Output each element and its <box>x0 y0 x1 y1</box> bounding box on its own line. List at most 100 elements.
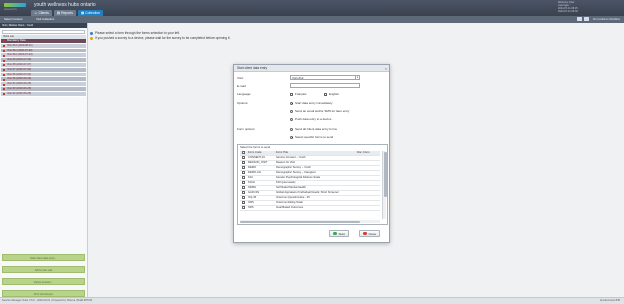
row-select-cell <box>240 186 247 189</box>
form-title-cell: Self Rated Mental Health <box>276 186 306 189</box>
visit-item[interactable]: Visit #2 (2020-06-25) <box>1 91 86 97</box>
dialog-title: Start client data entry <box>237 66 268 70</box>
row-checkbox[interactable] <box>242 196 245 199</box>
chevron-down-icon: ▾ <box>355 76 359 79</box>
form-icon <box>3 73 5 76</box>
form-icon <box>3 78 5 81</box>
form-title-cell: Goal Based Outcomes <box>276 206 304 209</box>
close-icon[interactable]: × <box>385 65 387 72</box>
row-select-cell <box>240 206 247 209</box>
form-title-cell: Outcome Rating Scale <box>276 201 303 204</box>
row-checkbox[interactable] <box>242 161 245 164</box>
row-checkbox[interactable] <box>242 201 245 204</box>
form-title-cell: Kessler Psychological Distress Scale <box>276 176 321 179</box>
option-push-device[interactable]: Push data entry to a device <box>290 117 331 121</box>
form-code-cell: ORS <box>248 201 254 204</box>
form-code-cell: K10H <box>248 181 255 184</box>
radio-button[interactable] <box>290 109 293 113</box>
form-option-send-all[interactable]: Send all Client data entry forms <box>290 127 337 131</box>
grid-icon[interactable] <box>576 17 582 21</box>
language-label: Language: <box>237 92 252 96</box>
start-data-entry-dialog: Start client data entry × Visit: Visit #… <box>233 64 390 243</box>
footer-version-text: Service Manager Suite 3.5.0 - 2020-09-01… <box>2 299 93 302</box>
language-french[interactable]: Français <box>290 92 307 96</box>
form-title-cell: Global Appraisal of Individual Needs: Sh… <box>276 191 339 194</box>
french-checkbox[interactable] <box>290 92 293 96</box>
toolbar: Select Content Visit Collection All Cond… <box>0 16 624 23</box>
form-icon <box>3 45 5 48</box>
session-info-row: 2024-07-12 09:02 <box>558 10 578 14</box>
form-icon <box>3 93 5 96</box>
visit-label: Visit #8 (2020-07-07) <box>7 62 32 66</box>
form-icon <box>3 40 5 43</box>
row-checkbox[interactable] <box>242 181 245 184</box>
forms-horizontal-scrollbar[interactable] <box>240 220 380 223</box>
radio-button[interactable] <box>290 135 293 139</box>
left-panel: Visit | Mellow Client - Youth Visits Lis… <box>0 23 88 297</box>
print-visit-report-button[interactable]: Print Visit Report <box>2 290 85 297</box>
row-checkbox[interactable] <box>242 191 245 194</box>
form-code-cell: OQ-45 <box>248 196 257 199</box>
radio-button[interactable] <box>290 101 293 105</box>
list-icon[interactable] <box>583 17 589 21</box>
form-icon <box>3 59 5 62</box>
row-checkbox[interactable] <box>242 171 245 174</box>
row-select-cell <box>240 196 247 199</box>
column-header-form-title[interactable]: Form Title <box>275 151 356 154</box>
start-data-entry-button[interactable]: Start client data entry... <box>2 254 85 261</box>
select-all-checkbox[interactable] <box>242 151 245 155</box>
visit-label: Visit #11 (2020-07-30) <box>7 48 33 52</box>
footer-environment: Environment 845 <box>600 299 620 302</box>
visit-label: Visit #12 (2020-08-31) <box>7 43 33 47</box>
checkmark-icon <box>333 231 337 236</box>
radio-button[interactable] <box>290 117 293 121</box>
status-footer: Service Manager Suite 3.5.0 - 2020-09-01… <box>0 297 624 304</box>
options-label: Options: <box>237 101 249 105</box>
scrollbar-thumb[interactable] <box>240 220 360 223</box>
row-checkbox[interactable] <box>242 176 245 179</box>
column-header-form-code[interactable]: Form Code <box>247 151 275 154</box>
close-button[interactable]: Close <box>359 230 381 237</box>
option-label: Send an email and/or SMS for later entry <box>295 109 350 113</box>
select-content-button[interactable]: Select Content <box>2 17 24 22</box>
app-logo <box>4 3 26 7</box>
table-row[interactable]: SRS Goal Based Outcomes <box>240 206 380 211</box>
toolbar-right: All Conditions Workflow <box>576 17 620 21</box>
row-checkbox[interactable] <box>242 156 245 159</box>
option-start-immediately[interactable]: Start data entry immediately <box>290 101 332 105</box>
english-label: English <box>329 92 339 96</box>
forms-select-box: Select the forms to send Form Code Form … <box>237 144 388 225</box>
close-button-label: Close <box>368 231 377 236</box>
form-icon <box>3 83 5 86</box>
visit-select[interactable]: Visit #12 ▾ <box>290 75 360 80</box>
row-checkbox[interactable] <box>242 206 245 209</box>
form-code-cell: DEMO <box>248 166 257 169</box>
form-title-cell: Reason for Visit <box>276 161 295 164</box>
radio-button[interactable] <box>290 127 293 131</box>
app-header: powered by youth wellness hubs ontario ☺… <box>0 0 624 16</box>
form-title-cell: Demographic Survey – Youth <box>276 166 311 169</box>
row-checkbox[interactable] <box>242 186 245 189</box>
row-checkbox[interactable] <box>242 166 245 169</box>
option-send-email[interactable]: Send an email and/or SMS for later entry <box>290 109 349 113</box>
scrollbar-thumb[interactable] <box>383 152 387 197</box>
option-label: Select specific forms to send <box>295 135 334 139</box>
forms-vertical-scrollbar[interactable] <box>382 151 387 219</box>
language-english[interactable]: English <box>324 92 339 97</box>
add-visit-button[interactable]: Add a new visit <box>2 266 85 273</box>
breadcrumb[interactable]: Visit | Mellow Client - Youth <box>0 23 87 28</box>
english-checkbox[interactable] <box>324 92 328 97</box>
column-header-doc-form[interactable]: Doc. Form <box>356 151 380 154</box>
form-code-cell: DEMO-CG <box>248 171 261 174</box>
french-label: Français <box>295 92 307 96</box>
visit-search-input[interactable] <box>2 30 85 34</box>
form-option-select-specific[interactable]: Select specific forms to send <box>290 135 333 139</box>
form-icon <box>3 69 5 72</box>
delete-session-button[interactable]: Delete session... <box>2 278 85 285</box>
visit-collection-button[interactable]: Visit Collection <box>34 17 56 22</box>
row-select-cell <box>240 176 247 179</box>
start-button[interactable]: Start <box>329 230 349 237</box>
email-field[interactable] <box>290 83 360 88</box>
form-title-cell: Outcome Questionnaire - 45 <box>276 196 310 199</box>
form-icon <box>3 49 5 52</box>
